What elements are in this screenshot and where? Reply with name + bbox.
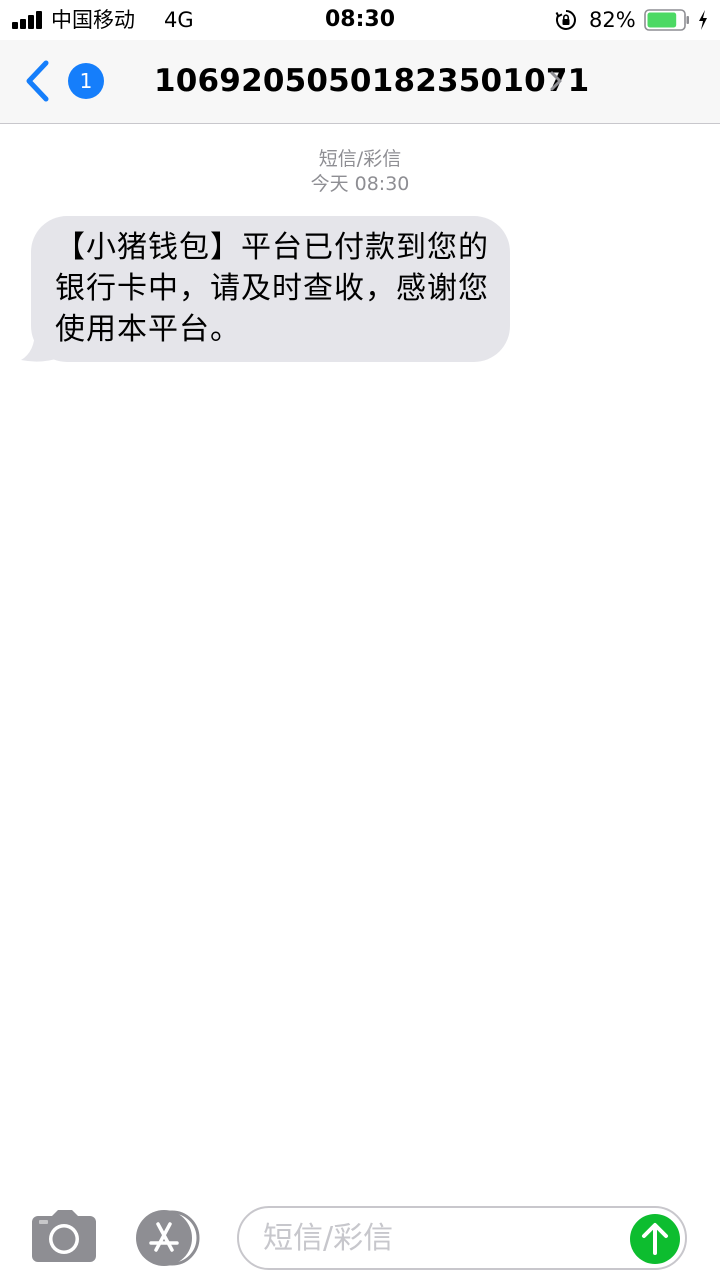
battery-percent: 82% <box>589 8 636 32</box>
service-label: 短信/彩信 <box>318 148 402 170</box>
status-bar: 中国移动 4G 08:30 82% <box>0 0 720 40</box>
nav-bar: 1 10692050501823501071 <box>0 40 720 124</box>
input-placeholder: 短信/彩信 <box>263 1221 394 1256</box>
message-text: 【小猪钱包】平台已付款到您的银行卡中，请及时查收，感谢您使用本平台。 <box>55 230 489 347</box>
camera-icon[interactable] <box>30 1210 98 1266</box>
conversation-header: 短信/彩信 今天 08:30 <box>0 147 720 197</box>
orientation-lock-icon <box>555 10 576 30</box>
back-chevron-icon <box>26 60 49 102</box>
battery-icon <box>644 9 689 31</box>
chevron-right-icon[interactable] <box>549 70 563 92</box>
back-button[interactable]: 1 <box>20 58 104 104</box>
message-timestamp: 今天 08:30 <box>310 173 410 195</box>
unread-count-badge: 1 <box>68 63 104 99</box>
contact-title[interactable]: 10692050501823501071 <box>154 62 589 100</box>
app-store-icon[interactable] <box>134 1210 204 1266</box>
message-input[interactable]: 短信/彩信 <box>237 1206 687 1270</box>
messages-screen: 中国移动 4G 08:30 82% 1 10692050501823501071 <box>0 0 720 1280</box>
charging-bolt-icon <box>699 10 707 30</box>
send-arrow-icon[interactable] <box>629 1213 681 1265</box>
